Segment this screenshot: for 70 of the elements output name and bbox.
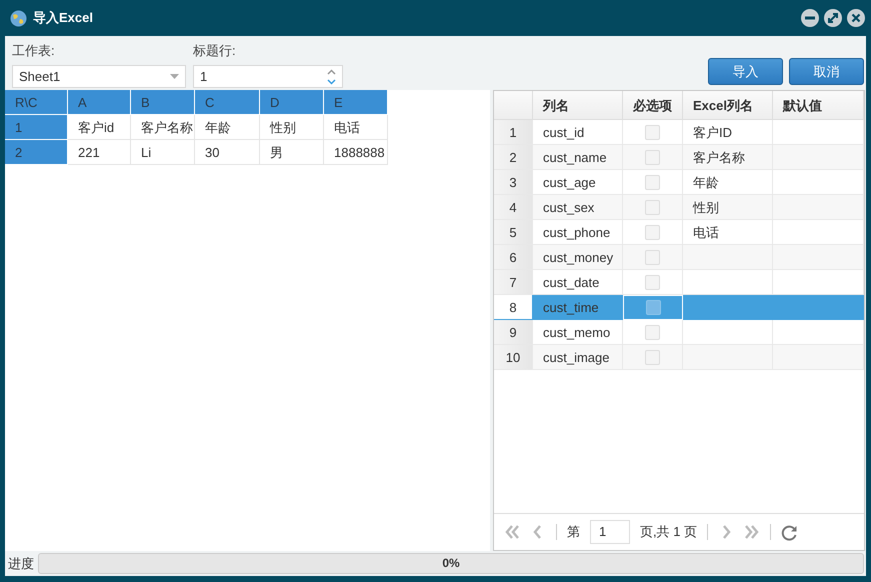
table-cell: 221 (68, 140, 131, 165)
page-field[interactable]: 1 (590, 520, 630, 544)
table-cell: 客户名称 (131, 115, 195, 140)
checkbox[interactable] (645, 124, 660, 140)
checkbox[interactable] (646, 300, 660, 315)
import-button[interactable]: 导入 (708, 58, 783, 85)
row-number[interactable]: 5 (494, 220, 533, 245)
checkbox[interactable] (645, 250, 660, 264)
progress-label: 进度 (8, 554, 34, 572)
first-page-icon[interactable] (504, 524, 520, 540)
column-header: 列名 (533, 91, 623, 120)
row-number[interactable]: 8 (494, 295, 533, 320)
checkbox[interactable] (645, 200, 660, 214)
table-cell: 1888888 (324, 140, 388, 165)
table-cell: cust_money (533, 245, 623, 270)
row-number[interactable]: 10 (494, 345, 533, 370)
page-label: 第 (567, 523, 580, 541)
column-header: R\C (5, 90, 68, 115)
maximize-icon[interactable] (824, 9, 842, 27)
row-number[interactable]: 7 (494, 270, 533, 295)
column-header: 必选项 (623, 91, 683, 120)
column-header: B (131, 90, 195, 115)
row-number[interactable]: 3 (494, 170, 533, 195)
refresh-icon[interactable] (781, 524, 798, 540)
table-cell: cust_sex (533, 195, 623, 220)
table-cell: cust_image (533, 345, 623, 370)
checkbox[interactable] (645, 274, 660, 290)
table-cell: cust_time (533, 295, 623, 320)
column-header: C (195, 90, 260, 115)
row-header: 1 (5, 115, 68, 140)
sheet-dropdown[interactable]: Sheet1 (12, 65, 186, 88)
window-title: 导入Excel (33, 9, 94, 27)
close-icon[interactable] (847, 9, 865, 27)
checkbox[interactable] (645, 350, 660, 364)
table-cell: 男 (260, 140, 324, 165)
column-header: D (260, 90, 324, 115)
checkbox[interactable] (645, 324, 660, 340)
checkbox[interactable] (645, 224, 660, 240)
table-cell: 性别 (260, 115, 324, 140)
dropdown-arrow-icon (170, 74, 179, 79)
header-cell (494, 91, 533, 120)
row-number[interactable]: 9 (494, 320, 533, 345)
column-header: Excel列名 (683, 91, 773, 120)
table-cell: cust_name (533, 145, 623, 170)
table-cell: 性别 (683, 195, 773, 220)
field-label: 标题行: (193, 42, 237, 60)
progress-reading: 0% (441, 555, 461, 572)
column-header: 默认值 (773, 91, 864, 120)
checkbox[interactable] (645, 150, 660, 164)
row-number[interactable]: 2 (494, 145, 533, 170)
last-page-icon[interactable] (744, 524, 760, 540)
minimize-icon[interactable] (801, 9, 819, 27)
column-header: A (68, 90, 131, 115)
table-cell: 年龄 (195, 115, 260, 140)
row-number[interactable]: 4 (494, 195, 533, 220)
field-label: 工作表: (12, 42, 56, 60)
row-header: 2 (5, 140, 68, 165)
table-cell: 客户名称 (683, 145, 773, 170)
page-count: 页,共 1 页 (640, 523, 698, 541)
row-number[interactable]: 1 (494, 120, 533, 145)
table-cell: Li (131, 140, 195, 165)
globe-icon (10, 10, 27, 26)
table-cell: 电话 (324, 115, 388, 140)
column-header: E (324, 90, 388, 115)
table-cell: 客户id (68, 115, 131, 140)
row-number[interactable]: 6 (494, 245, 533, 270)
table-cell: 30 (195, 140, 260, 165)
header-row-spinner[interactable]: 1 (193, 65, 343, 88)
checkbox[interactable] (645, 174, 660, 190)
cancel-button[interactable]: 取消 (789, 58, 864, 85)
